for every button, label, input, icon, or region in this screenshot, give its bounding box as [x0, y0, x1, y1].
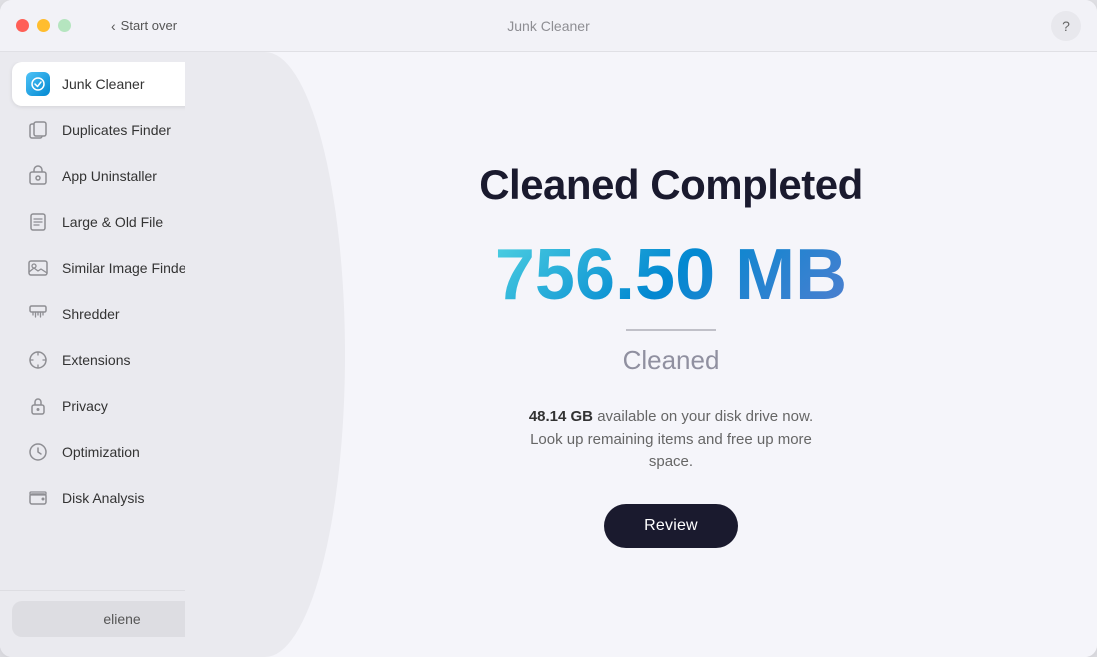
- content-area: Cleaned Completed 756.50 MB Cleaned 48.1…: [245, 52, 1097, 657]
- extensions-icon-graphic: [27, 349, 49, 371]
- maximize-button[interactable]: [58, 19, 71, 32]
- app-window: ‹ Start over Junk Cleaner ?: [0, 0, 1097, 657]
- junk-cleaner-icon: [26, 72, 50, 96]
- privacy-label: Privacy: [62, 398, 108, 414]
- disk-analysis-icon: [26, 486, 50, 510]
- similar-image-finder-label: Similar Image Finder: [62, 260, 191, 276]
- cleaned-title: Cleaned Completed: [479, 161, 863, 209]
- review-button[interactable]: Review: [604, 504, 738, 548]
- junk-cleaner-label: Junk Cleaner: [62, 76, 145, 92]
- large-file-icon-graphic: [27, 211, 49, 233]
- main-layout: Junk Cleaner Duplicates Finder: [0, 52, 1097, 657]
- duplicates-finder-label: Duplicates Finder: [62, 122, 171, 138]
- privacy-icon: [26, 394, 50, 418]
- disk-size-bold: 48.14 GB: [529, 408, 593, 425]
- similar-image-icon-graphic: [27, 257, 49, 279]
- cleaned-size: 756.50 MB: [495, 239, 847, 311]
- minimize-button[interactable]: [37, 19, 50, 32]
- extensions-label: Extensions: [62, 352, 130, 368]
- privacy-icon-graphic: [27, 395, 49, 417]
- chevron-left-icon: ‹: [111, 18, 116, 34]
- divider-line: [626, 329, 716, 331]
- extensions-icon: [26, 348, 50, 372]
- disk-analysis-icon-graphic: [27, 487, 49, 509]
- cleaned-label: Cleaned: [623, 345, 720, 376]
- app-uninstaller-label: App Uninstaller: [62, 168, 157, 184]
- junk-icon-graphic: [26, 72, 50, 96]
- optimization-icon-graphic: [27, 441, 49, 463]
- shredder-icon-graphic: [27, 303, 49, 325]
- app-icon-graphic: [27, 165, 49, 187]
- large-file-icon: [26, 210, 50, 234]
- optimization-label: Optimization: [62, 444, 140, 460]
- duplicates-icon-graphic: [27, 119, 49, 141]
- app-title: Junk Cleaner: [507, 18, 590, 34]
- traffic-lights: [16, 19, 71, 32]
- user-label: eliene: [103, 611, 140, 627]
- help-button[interactable]: ?: [1051, 11, 1081, 41]
- titlebar: ‹ Start over Junk Cleaner ?: [0, 0, 1097, 52]
- large-old-file-label: Large & Old File: [62, 214, 163, 230]
- app-icon: [26, 164, 50, 188]
- help-icon: ?: [1062, 18, 1070, 34]
- similar-image-icon: [26, 256, 50, 280]
- shredder-icon: [26, 302, 50, 326]
- optimization-icon: [26, 440, 50, 464]
- close-button[interactable]: [16, 19, 29, 32]
- content-inner: Cleaned Completed 756.50 MB Cleaned 48.1…: [479, 161, 863, 548]
- start-over-button[interactable]: ‹ Start over: [111, 18, 177, 34]
- duplicates-icon: [26, 118, 50, 142]
- shredder-label: Shredder: [62, 306, 120, 322]
- start-over-label: Start over: [121, 18, 177, 33]
- disk-analysis-label: Disk Analysis: [62, 490, 144, 506]
- disk-info: 48.14 GB available on your disk drive no…: [511, 406, 831, 474]
